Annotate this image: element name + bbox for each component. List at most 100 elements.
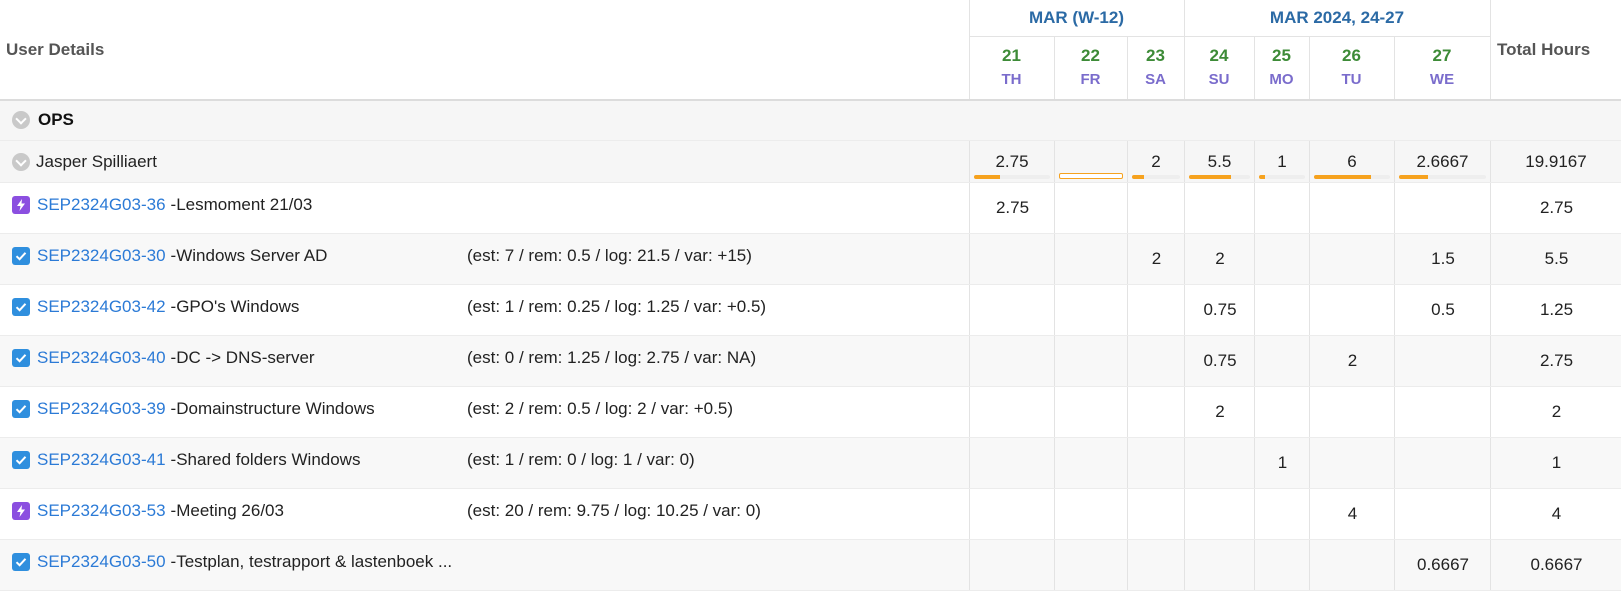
progress-bar	[1399, 175, 1486, 179]
task-day-cell[interactable]	[1127, 540, 1185, 590]
task-day-cell[interactable]	[1184, 438, 1255, 488]
task-total-cell[interactable]: 1.25	[1490, 285, 1621, 335]
task-day-cell[interactable]	[1054, 489, 1128, 539]
task-day-cell[interactable]	[1394, 183, 1491, 233]
user-day-cell[interactable]: 2.75	[969, 141, 1054, 182]
task-day-cell[interactable]	[1054, 183, 1128, 233]
task-day-cell[interactable]: 2	[1127, 234, 1185, 284]
task-total-cell[interactable]: 2.75	[1490, 336, 1621, 386]
day-number: 22	[1081, 46, 1100, 65]
task-day-cell[interactable]	[1054, 438, 1128, 488]
task-day-cell[interactable]	[969, 489, 1055, 539]
collapse-chevron-icon[interactable]	[12, 111, 30, 129]
task-day-cell[interactable]	[1309, 438, 1395, 488]
task-day-cell[interactable]: 2.75	[969, 183, 1055, 233]
task-day-cell[interactable]	[969, 234, 1055, 284]
task-key-link[interactable]: SEP2324G03-41	[37, 450, 166, 470]
task-day-cell[interactable]	[1254, 489, 1310, 539]
task-key-link[interactable]: SEP2324G03-40	[37, 348, 166, 368]
user-day-cell-value: 6	[1347, 152, 1357, 171]
task-day-cell[interactable]	[1054, 234, 1128, 284]
collapse-chevron-icon[interactable]	[12, 153, 30, 171]
task-key-link[interactable]: SEP2324G03-42	[37, 297, 166, 317]
task-day-cell[interactable]	[1054, 387, 1128, 437]
timesheet-header: User Details MAR (W-12) MAR 2024, 24-27 …	[0, 0, 1621, 101]
task-total-cell[interactable]: 5.5	[1490, 234, 1621, 284]
task-total-cell[interactable]: 2.75	[1490, 183, 1621, 233]
task-day-cell[interactable]	[1394, 438, 1491, 488]
task-day-cell[interactable]	[1184, 540, 1255, 590]
task-day-cell[interactable]	[969, 438, 1055, 488]
user-day-cell[interactable]	[1054, 141, 1127, 182]
task-key-link[interactable]: SEP2324G03-39	[37, 399, 166, 419]
task-day-cell[interactable]: 2	[1184, 387, 1255, 437]
day-of-week: WE	[1429, 71, 1455, 88]
task-total-cell[interactable]: 2	[1490, 387, 1621, 437]
task-day-cell[interactable]	[969, 336, 1055, 386]
task-key-link[interactable]: SEP2324G03-30	[37, 246, 166, 266]
task-day-cell[interactable]	[1309, 183, 1395, 233]
task-day-cell-value: 2.75	[995, 198, 1030, 217]
task-day-cell[interactable]	[1184, 489, 1255, 539]
task-day-cell[interactable]	[969, 285, 1055, 335]
user-day-cell[interactable]: 5.5	[1184, 141, 1254, 182]
task-day-cell[interactable]: 0.5	[1394, 285, 1491, 335]
task-day-cell[interactable]: 4	[1309, 489, 1395, 539]
task-day-cell[interactable]	[1127, 336, 1185, 386]
task-day-cell[interactable]	[1254, 183, 1310, 233]
progress-bar	[1259, 175, 1305, 179]
task-day-cell[interactable]: 1	[1254, 438, 1310, 488]
task-day-cell[interactable]	[1309, 540, 1395, 590]
task-day-cell[interactable]	[1254, 387, 1310, 437]
task-name: -Testplan, testrapport & lastenboek ...	[170, 552, 453, 571]
checkbox-icon	[12, 349, 30, 367]
task-day-cell[interactable]	[1309, 387, 1395, 437]
task-day-cell[interactable]: 2	[1309, 336, 1395, 386]
task-total-cell[interactable]: 4	[1490, 489, 1621, 539]
task-day-cell[interactable]	[1054, 540, 1128, 590]
task-day-cell[interactable]: 2	[1184, 234, 1255, 284]
task-day-cell[interactable]	[1254, 285, 1310, 335]
task-day-cell[interactable]	[1127, 438, 1185, 488]
user-day-cell[interactable]: 6	[1309, 141, 1394, 182]
task-day-cell[interactable]	[1054, 336, 1128, 386]
task-day-cell[interactable]	[1309, 234, 1395, 284]
task-day-cell[interactable]	[1394, 336, 1491, 386]
task-day-cell[interactable]	[1394, 387, 1491, 437]
task-day-cell[interactable]	[1254, 336, 1310, 386]
progress-bar	[1189, 175, 1250, 179]
task-day-cell[interactable]: 0.75	[1184, 285, 1255, 335]
task-day-cell[interactable]	[969, 540, 1055, 590]
task-day-cell[interactable]	[1127, 489, 1185, 539]
task-key-link[interactable]: SEP2324G03-36	[37, 195, 166, 215]
task-label: SEP2324G03-36 -Lesmoment 21/03	[12, 195, 312, 215]
task-key-link[interactable]: SEP2324G03-50	[37, 552, 166, 572]
task-day-cell-value: 2	[1151, 249, 1162, 268]
task-total-cell[interactable]: 1	[1490, 438, 1621, 488]
task-day-cell[interactable]	[1254, 234, 1310, 284]
day-header-3: 24 SU	[1184, 46, 1254, 91]
task-day-cell[interactable]: 0.75	[1184, 336, 1255, 386]
task-day-cell[interactable]	[1394, 489, 1491, 539]
task-label: SEP2324G03-42 -GPO's Windows	[12, 297, 299, 317]
task-key-link[interactable]: SEP2324G03-53	[37, 501, 166, 521]
task-day-cell[interactable]	[1127, 387, 1185, 437]
task-day-cell[interactable]	[1184, 183, 1255, 233]
day-header-1: 22 FR	[1054, 46, 1127, 91]
task-row: SEP2324G03-53 -Meeting 26/03 (est: 20 / re…	[0, 489, 1621, 540]
progress-fill	[1189, 175, 1232, 179]
progress-fill	[974, 175, 1000, 179]
task-day-cell[interactable]	[1127, 183, 1185, 233]
task-day-cell[interactable]: 0.6667	[1394, 540, 1491, 590]
task-day-cell[interactable]	[1309, 285, 1395, 335]
user-day-cell[interactable]: 2	[1127, 141, 1184, 182]
user-day-cell[interactable]: 1	[1254, 141, 1309, 182]
user-total-cell[interactable]: 19.9167	[1490, 141, 1621, 182]
task-total-cell[interactable]: 0.6667	[1490, 540, 1621, 590]
task-day-cell[interactable]	[1254, 540, 1310, 590]
task-day-cell[interactable]	[969, 387, 1055, 437]
task-day-cell[interactable]	[1127, 285, 1185, 335]
task-day-cell[interactable]	[1054, 285, 1128, 335]
task-day-cell[interactable]: 1.5	[1394, 234, 1491, 284]
user-day-cell[interactable]: 2.6667	[1394, 141, 1490, 182]
